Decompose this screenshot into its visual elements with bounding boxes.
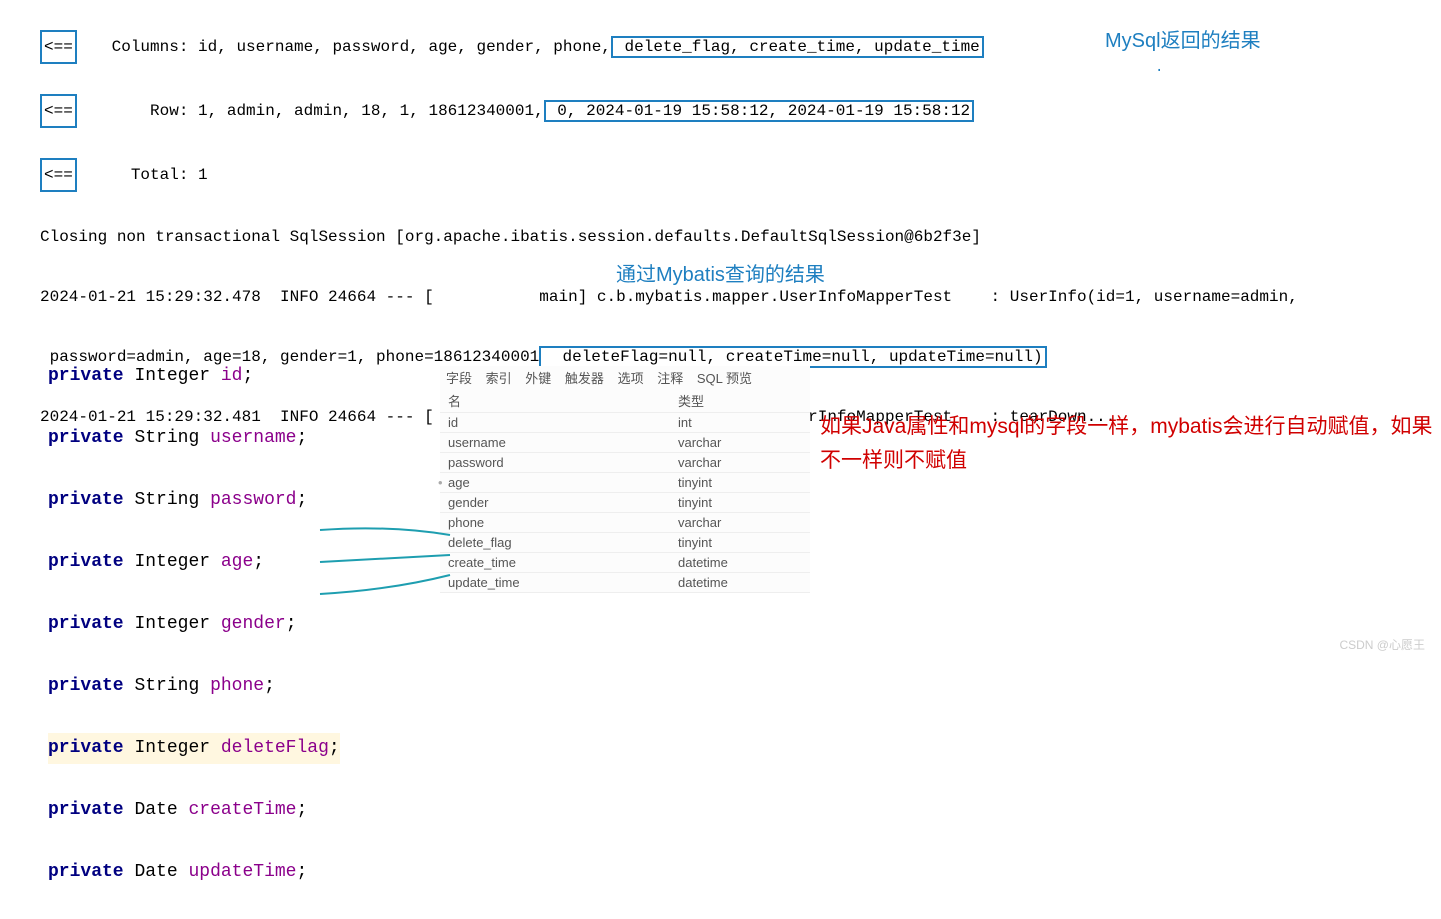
col-type: datetime [678, 555, 798, 570]
tab-fk[interactable]: 外键 [525, 371, 551, 386]
col-type: varchar [678, 455, 798, 470]
log-columns-pre: Columns: id, username, password, age, ge… [83, 38, 611, 56]
java-type: Integer [134, 614, 210, 634]
log-columns-highlight: delete_flag, create_time, update_time [611, 36, 984, 58]
semi: ; [297, 862, 308, 882]
java-field: password [210, 490, 296, 510]
java-field: deleteFlag [221, 738, 329, 758]
schema-row: idint [440, 413, 810, 433]
log-info1b-highlight: deleteFlag=null, createTime=null, update… [539, 346, 1046, 368]
col-type: tinyint [678, 535, 798, 550]
col-type: varchar [678, 515, 798, 530]
col-name: gender [448, 495, 678, 510]
col-type: tinyint [678, 475, 798, 490]
tab-comment[interactable]: 注释 [657, 371, 683, 386]
col-type: int [678, 415, 798, 430]
semi: ; [242, 366, 253, 386]
annotation-dot: . [1155, 60, 1163, 76]
col-name: create_time [448, 555, 678, 570]
tab-fields[interactable]: 字段 [446, 371, 472, 386]
java-keyword: private [48, 862, 124, 882]
java-keyword: private [48, 490, 124, 510]
arrow-marker: <== [40, 30, 77, 64]
col-name: update_time [448, 575, 678, 590]
col-name-header: 名 [448, 391, 678, 410]
java-keyword: private [48, 552, 124, 572]
java-type: Date [134, 862, 177, 882]
log-row-pre: Row: 1, admin, admin, 18, 1, 18612340001… [83, 102, 544, 120]
col-name: id [448, 415, 678, 430]
java-type: Integer [134, 738, 210, 758]
java-keyword: private [48, 676, 124, 696]
java-field: gender [221, 614, 286, 634]
java-keyword: private [48, 800, 124, 820]
col-name: age [448, 475, 678, 490]
java-field: id [221, 366, 243, 386]
java-field: updateTime [188, 862, 296, 882]
java-field: createTime [188, 800, 296, 820]
tab-sql-preview[interactable]: SQL 预览 [697, 371, 752, 386]
col-type: tinyint [678, 495, 798, 510]
col-name: delete_flag [448, 535, 678, 550]
schema-row: phonevarchar [440, 513, 810, 533]
log-row-highlight: 0, 2024-01-19 15:58:12, 2024-01-19 15:58… [544, 100, 974, 122]
tab-options[interactable]: 选项 [618, 371, 644, 386]
java-type: Integer [134, 552, 210, 572]
db-schema-panel: 字段 索引 外键 触发器 选项 注释 SQL 预览 名 类型 idint use… [440, 366, 810, 593]
schema-row: gendertinyint [440, 493, 810, 513]
col-name: phone [448, 515, 678, 530]
col-name: username [448, 435, 678, 450]
col-name: password [448, 455, 678, 470]
semi: ; [264, 676, 275, 696]
semi: ; [296, 428, 307, 448]
java-keyword: private [48, 738, 124, 758]
java-fields: private Integer id; private String usern… [48, 330, 340, 919]
schema-row: update_timedatetime [440, 573, 810, 593]
annotation-red-note: 如果Java属性和mysql的字段一样，mybatis会进行自动赋值，如果不一样… [820, 410, 1440, 478]
schema-row: delete_flagtinyint [440, 533, 810, 553]
arrow-marker: <== [40, 94, 77, 128]
java-type: Date [134, 800, 177, 820]
semi: ; [286, 614, 297, 634]
schema-tabs: 字段 索引 外键 触发器 选项 注释 SQL 预览 [440, 366, 810, 389]
semi: ; [329, 738, 340, 758]
tab-index[interactable]: 索引 [486, 371, 512, 386]
semi: ; [297, 800, 308, 820]
annotation-mybatis-result: 通过Mybatis查询的结果 [616, 258, 825, 287]
java-keyword: private [48, 614, 124, 634]
annotation-mysql-result: MySql返回的结果 [1105, 24, 1261, 53]
schema-header: 名 类型 [440, 389, 810, 413]
java-field: username [210, 428, 296, 448]
col-type-header: 类型 [678, 391, 798, 410]
log-closing: Closing non transactional SqlSession [or… [40, 222, 1298, 252]
col-type: datetime [678, 575, 798, 590]
java-field: age [221, 552, 253, 572]
col-type: varchar [678, 435, 798, 450]
java-keyword: private [48, 366, 124, 386]
schema-row: agetinyint [440, 473, 810, 493]
java-type: Integer [134, 366, 210, 386]
java-keyword: private [48, 428, 124, 448]
java-field: phone [210, 676, 264, 696]
schema-row: passwordvarchar [440, 453, 810, 473]
java-type: String [134, 428, 199, 448]
watermark: CSDN @心愿王 [1339, 636, 1425, 653]
semi: ; [253, 552, 264, 572]
java-type: String [134, 490, 199, 510]
schema-row: create_timedatetime [440, 553, 810, 573]
arrow-marker: <== [40, 158, 77, 192]
schema-row: usernamevarchar [440, 433, 810, 453]
semi: ; [296, 490, 307, 510]
tab-trigger[interactable]: 触发器 [565, 371, 604, 386]
java-type: String [134, 676, 199, 696]
log-total: Total: 1 [83, 166, 208, 184]
